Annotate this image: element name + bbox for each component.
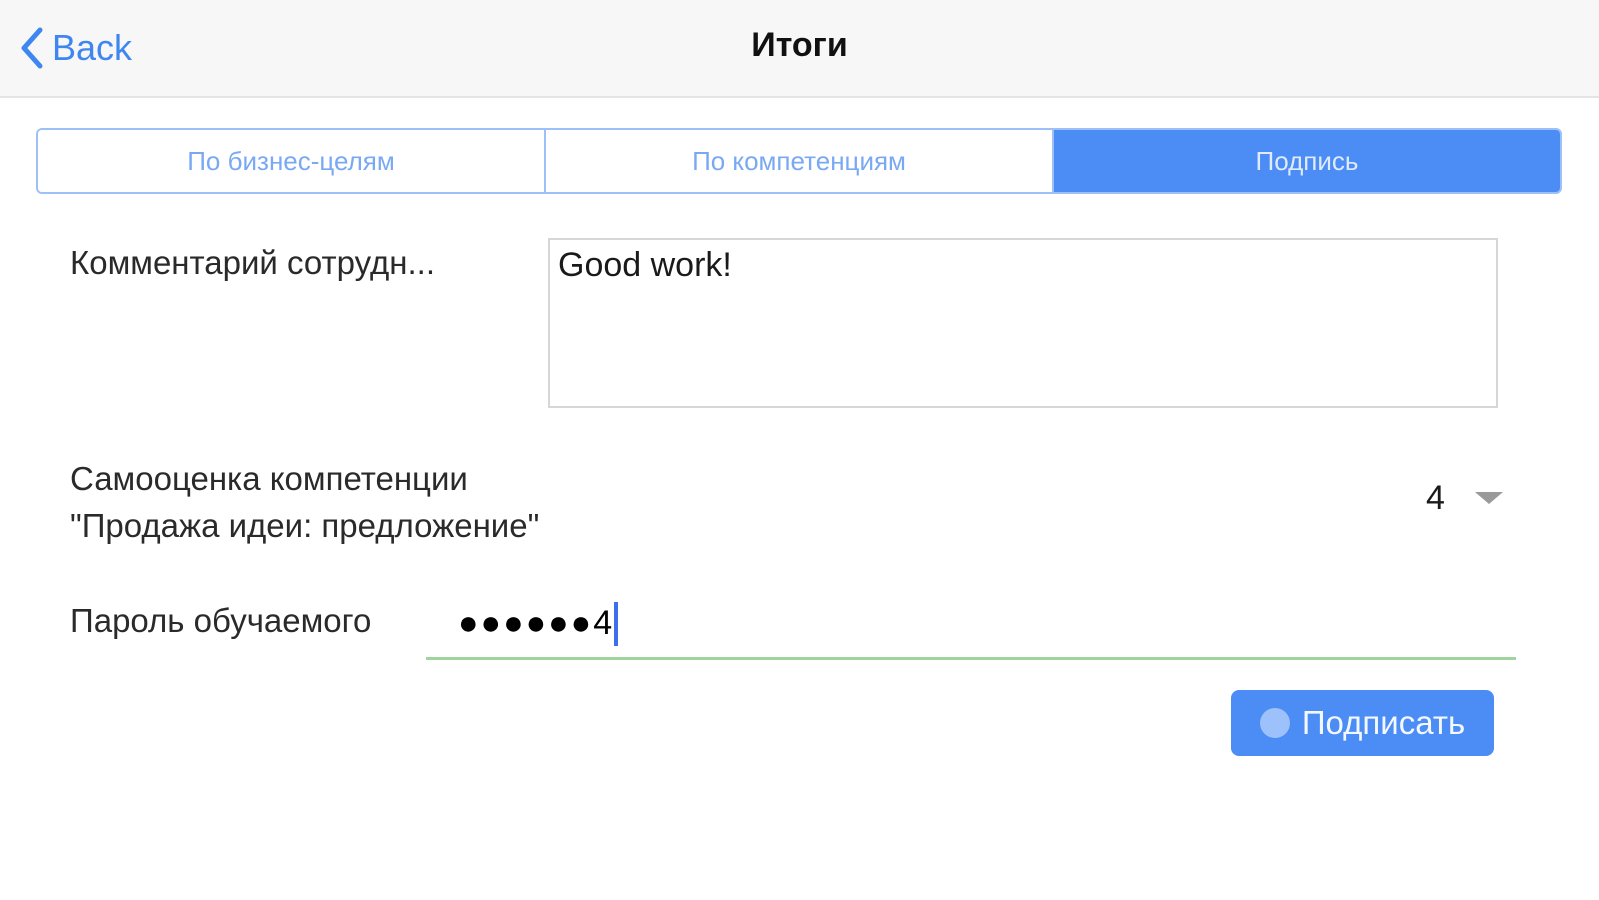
- tabs-segmented-control: По бизнес-целям По компетенциям Подпись: [36, 128, 1562, 194]
- comment-textarea[interactable]: Good work!: [548, 238, 1498, 408]
- password-last-char: 4: [593, 604, 613, 642]
- tab-business-goals[interactable]: По бизнес-целям: [38, 130, 544, 192]
- tab-signature[interactable]: Подпись: [1052, 130, 1560, 192]
- sign-button-label: Подписать: [1301, 704, 1466, 741]
- comment-label: Комментарий сотрудн...: [70, 244, 435, 281]
- chevron-down-icon: [1474, 492, 1503, 504]
- tab-competencies[interactable]: По компетенциям: [544, 130, 1052, 192]
- password-mask: ●●●●●●: [458, 604, 594, 642]
- sign-button[interactable]: Подписать: [1231, 690, 1494, 756]
- text-caret: [614, 601, 619, 646]
- self-assessment-select[interactable]: 4: [1410, 474, 1520, 522]
- navigation-bar: Back Итоги: [0, 0, 1599, 98]
- password-label: Пароль обучаемого: [70, 602, 372, 639]
- spinner-icon: [1259, 708, 1290, 738]
- password-input[interactable]: ●●●●●● 4: [426, 590, 1516, 660]
- page-title: Итоги: [751, 26, 848, 64]
- self-assessment-value: 4: [1426, 478, 1445, 517]
- self-assessment-label-line2: "Продажа идеи: предложение": [70, 507, 540, 544]
- self-assessment-label-line1: Самооценка компетенции: [70, 460, 468, 497]
